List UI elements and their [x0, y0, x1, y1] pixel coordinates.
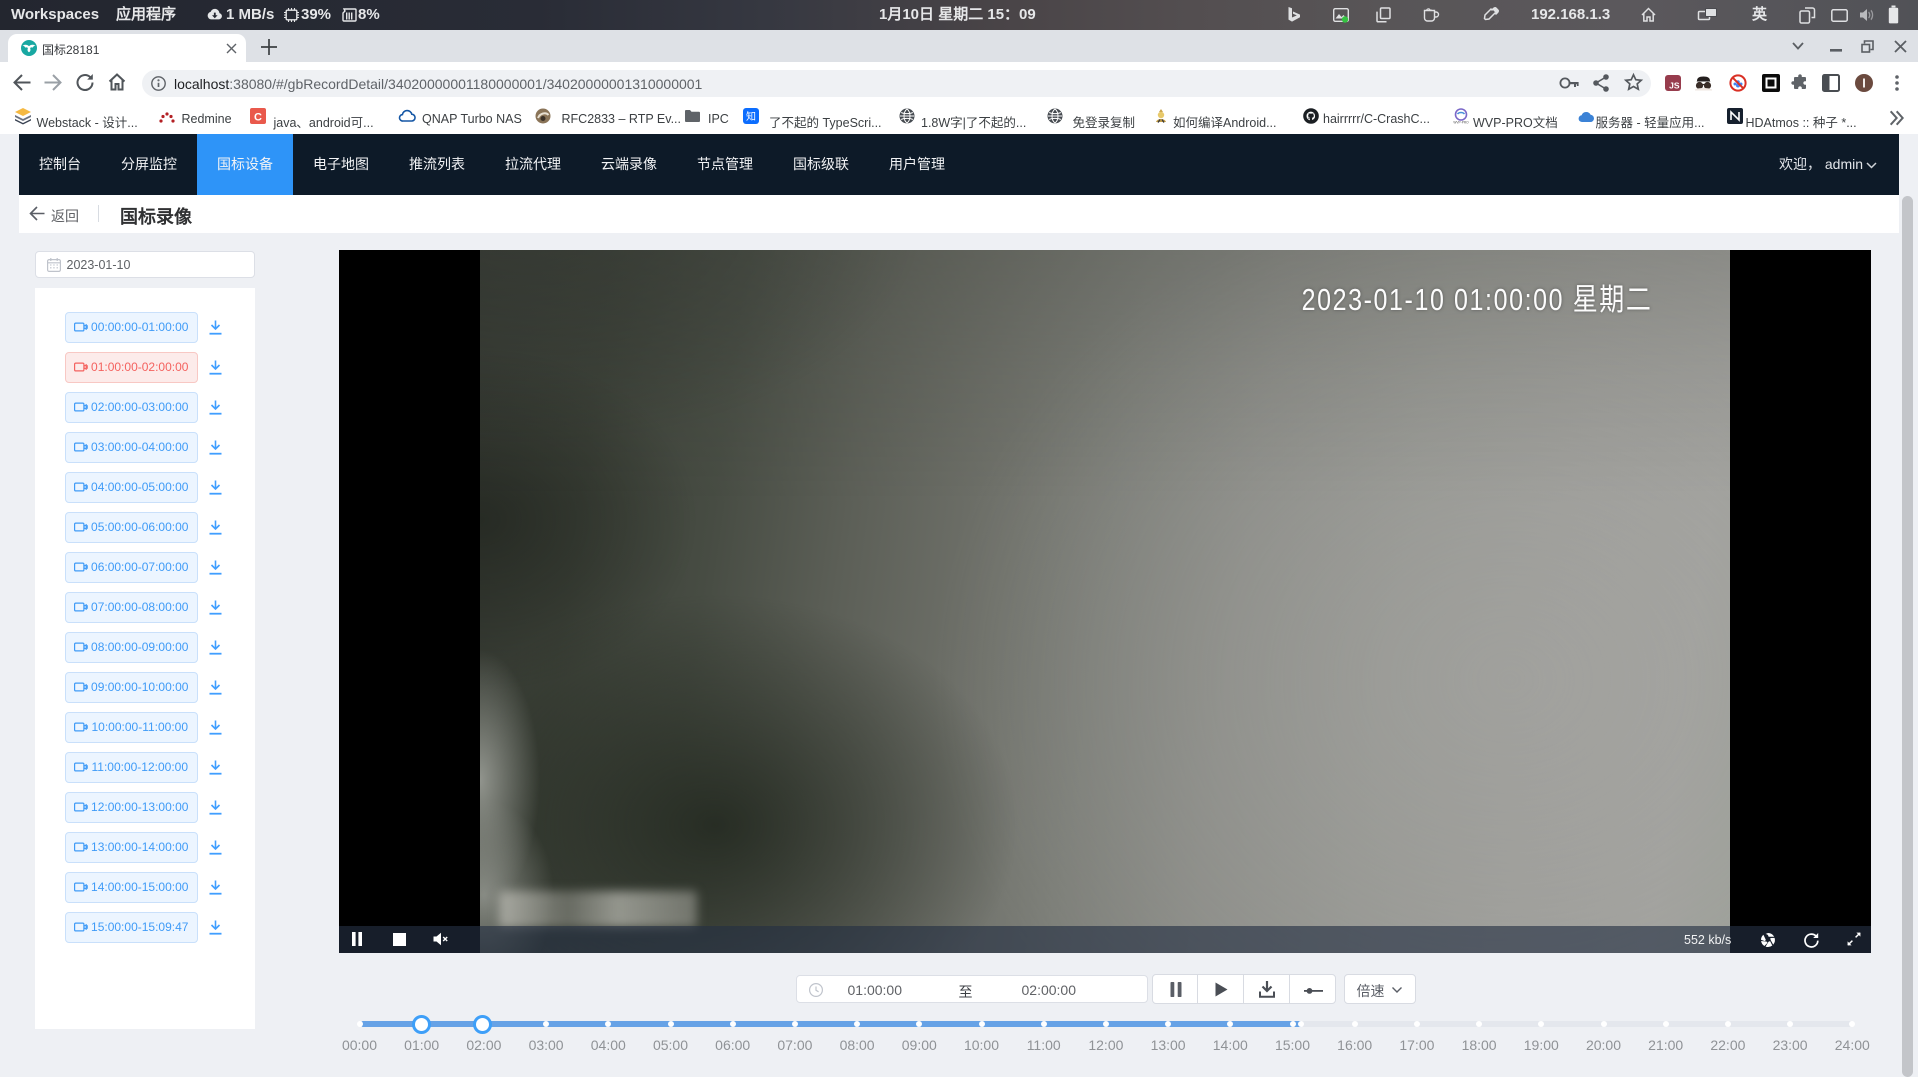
- svg-text:JS: JS: [1669, 81, 1680, 91]
- svg-text:WVP-PRO: WVP-PRO: [1453, 121, 1469, 125]
- svg-text:知: 知: [746, 110, 756, 123]
- svg-text:C: C: [254, 112, 262, 124]
